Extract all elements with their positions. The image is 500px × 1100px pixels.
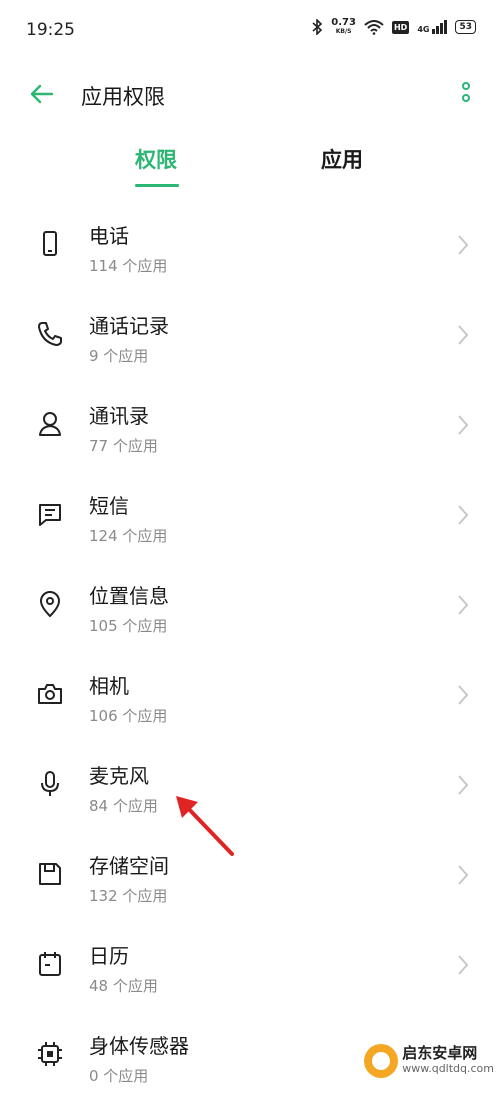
permission-count: 106 个应用: [89, 707, 168, 725]
watermark-logo-icon: [364, 1044, 399, 1078]
watermark-text: 启东安卓网 www.qdltdq.com: [402, 1045, 494, 1077]
more-options-icon[interactable]: [460, 80, 472, 108]
permission-row-phone[interactable]: 电话 114 个应用: [0, 200, 500, 290]
permission-label: 通话记录: [89, 314, 169, 338]
permission-label: 麦克风: [89, 764, 149, 788]
speed-value: 0.73: [331, 17, 356, 28]
watermark: 启东安卓网 www.qdltdq.com: [364, 1044, 494, 1078]
chevron-right-icon: [458, 865, 469, 885]
permission-count: 9 个应用: [89, 347, 149, 365]
network-type: 4G: [417, 25, 430, 34]
permission-count: 84 个应用: [89, 797, 158, 815]
annotation-arrow-icon: [176, 796, 234, 856]
status-time: 19:25: [26, 20, 75, 40]
permission-label: 通讯录: [89, 404, 149, 428]
contacts-icon: [39, 412, 61, 436]
chevron-right-icon: [458, 685, 469, 705]
calendar-icon: [39, 952, 61, 976]
tab-indicator: [135, 184, 179, 187]
body-sensor-icon: [38, 1042, 62, 1066]
storage-icon: [39, 863, 61, 885]
watermark-title: 启东安卓网: [402, 1044, 478, 1062]
chevron-right-icon: [458, 595, 469, 615]
permission-count: 132 个应用: [89, 887, 168, 905]
permission-count: 105 个应用: [89, 617, 168, 635]
tab-bar: 权限 应用: [0, 130, 500, 190]
chevron-right-icon: [458, 775, 469, 795]
back-arrow-icon[interactable]: [26, 78, 58, 110]
tab-permissions[interactable]: 权限: [135, 144, 177, 174]
tab-apps[interactable]: 应用: [321, 144, 363, 174]
permission-row-camera[interactable]: 相机 106 个应用: [0, 650, 500, 740]
permission-row-microphone[interactable]: 麦克风 84 个应用: [0, 740, 500, 830]
permission-label: 相机: [89, 674, 129, 698]
camera-icon: [38, 684, 62, 704]
permission-row-location[interactable]: 位置信息 105 个应用: [0, 560, 500, 650]
app-bar: 应用权限: [0, 62, 500, 126]
chevron-right-icon: [458, 955, 469, 975]
phone-icon: [43, 231, 57, 256]
call-log-icon: [38, 322, 62, 346]
network-speed: 0.73 KB/S: [331, 18, 356, 36]
permission-row-contacts[interactable]: 通讯录 77 个应用: [0, 380, 500, 470]
status-icons: 0.73 KB/S HD 4G 53: [311, 18, 476, 36]
permission-row-call-log[interactable]: 通话记录 9 个应用: [0, 290, 500, 380]
permission-count: 114 个应用: [89, 257, 168, 275]
signal-icon: 4G: [417, 20, 448, 34]
sms-icon: [39, 504, 61, 526]
permission-label: 电话: [89, 224, 129, 248]
permission-count: 77 个应用: [89, 437, 158, 455]
chevron-right-icon: [458, 325, 469, 345]
microphone-icon: [41, 771, 59, 796]
wifi-icon: [364, 20, 384, 35]
chevron-right-icon: [458, 415, 469, 435]
chevron-right-icon: [458, 235, 469, 255]
permission-label: 短信: [89, 494, 129, 518]
bluetooth-icon: [312, 19, 323, 35]
location-icon: [40, 591, 60, 617]
permission-count: 0 个应用: [89, 1067, 149, 1085]
battery-icon: 53: [455, 20, 476, 34]
permission-row-sms[interactable]: 短信 124 个应用: [0, 470, 500, 560]
permission-label: 日历: [89, 944, 129, 968]
permission-row-storage[interactable]: 存储空间 132 个应用: [0, 830, 500, 920]
permission-count: 48 个应用: [89, 977, 158, 995]
permission-label: 存储空间: [89, 854, 169, 878]
chevron-right-icon: [458, 505, 469, 525]
hd-icon: HD: [391, 20, 410, 34]
page-title: 应用权限: [81, 85, 165, 109]
watermark-url: www.qdltdq.com: [402, 1062, 494, 1075]
permission-label: 位置信息: [89, 584, 169, 608]
permission-count: 124 个应用: [89, 527, 168, 545]
permission-row-calendar[interactable]: 日历 48 个应用: [0, 920, 500, 1010]
permission-label: 身体传感器: [89, 1034, 189, 1058]
speed-unit: KB/S: [335, 28, 352, 35]
status-bar: 19:25 0.73 KB/S HD 4G 53: [0, 0, 500, 62]
